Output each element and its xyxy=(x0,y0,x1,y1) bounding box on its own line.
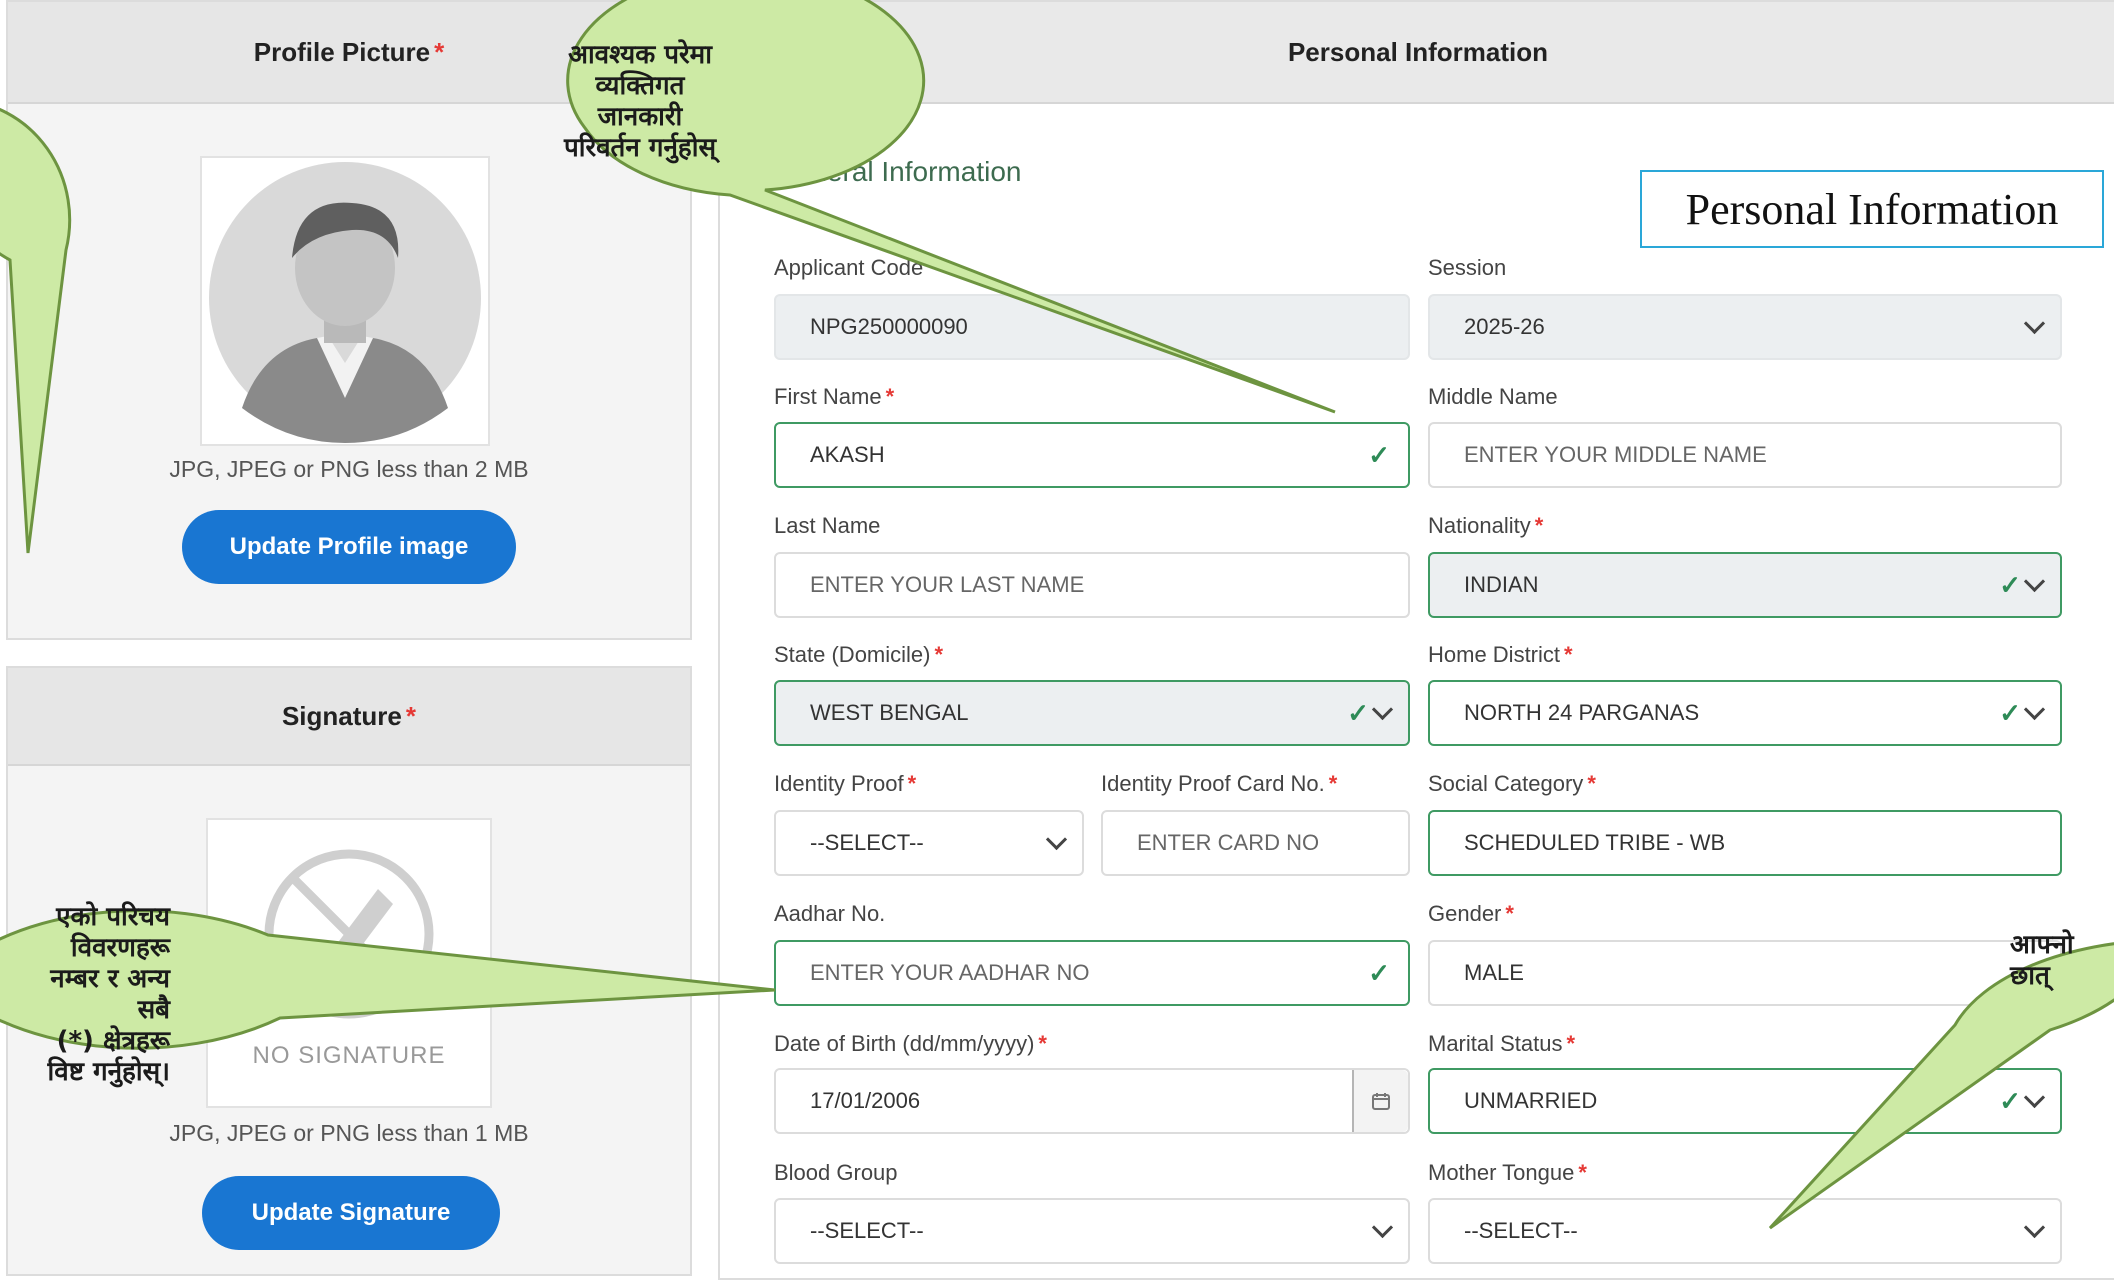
state-label: State (Domicile) * xyxy=(774,642,944,667)
required-star: * xyxy=(405,700,417,731)
chevron-down-icon xyxy=(1371,1200,1394,1262)
first-name-value: AKASH xyxy=(810,442,885,467)
middle-name-label: Middle Name xyxy=(1428,384,1558,409)
profile-picture-title: Profile Picture xyxy=(253,36,431,67)
no-signature-icon xyxy=(264,849,434,1019)
identity-proof-value: --SELECT-- xyxy=(810,830,924,855)
social-category-value: SCHEDULED TRIBE - WB xyxy=(1464,830,1726,855)
blood-group-value: --SELECT-- xyxy=(810,1218,924,1243)
personal-information-caption: Personal Information xyxy=(1640,170,2104,248)
check-icon: ✓ xyxy=(1347,697,1369,728)
dob-label: Date of Birth (dd/mm/yyyy) * xyxy=(774,1031,1047,1056)
last-name-placeholder: ENTER YOUR LAST NAME xyxy=(810,572,1085,597)
profile-image-frame xyxy=(200,156,490,446)
identity-proof-label: Identity Proof * xyxy=(774,771,917,796)
state-value: WEST BENGAL xyxy=(810,700,969,725)
home-district-label: Home District * xyxy=(1428,642,1573,667)
session-select[interactable]: 2025-26 xyxy=(1428,294,2062,360)
gender-value: MALE xyxy=(1464,960,1524,985)
check-icon: ✓ xyxy=(1368,439,1390,470)
check-icon: ✓ xyxy=(1999,1085,2021,1116)
identity-card-no-placeholder: ENTER CARD NO xyxy=(1137,830,1320,855)
update-signature-button[interactable]: Update Signature xyxy=(202,1176,500,1250)
social-category-label: Social Category * xyxy=(1428,771,1596,796)
state-select[interactable]: WEST BENGAL ✓ xyxy=(774,680,1410,746)
chevron-down-icon xyxy=(2023,570,2046,592)
mother-tongue-select[interactable]: --SELECT-- xyxy=(1428,1198,2062,1264)
social-category-select[interactable]: SCHEDULED TRIBE - WB xyxy=(1428,810,2062,876)
update-profile-image-button[interactable]: Update Profile image xyxy=(182,510,516,584)
chevron-down-icon xyxy=(2023,1200,2046,1262)
applicant-code-field: NPG250000090 xyxy=(774,294,1410,360)
personal-information-title: Personal Information xyxy=(1287,36,1549,67)
middle-name-placeholder: ENTER YOUR MIDDLE NAME xyxy=(1464,442,1767,467)
dob-input[interactable]: 17/01/2006 xyxy=(774,1068,1410,1134)
signature-header: Signature * xyxy=(8,668,690,766)
middle-name-input[interactable]: ENTER YOUR MIDDLE NAME xyxy=(1428,422,2062,488)
first-name-label: First Name * xyxy=(774,384,895,409)
nationality-label: Nationality * xyxy=(1428,513,1544,538)
check-icon: ✓ xyxy=(1999,697,2021,728)
callout-right-text: आफ्नो छात् xyxy=(2010,930,2074,991)
last-name-input[interactable]: ENTER YOUR LAST NAME xyxy=(774,552,1410,618)
profile-file-hint: JPG, JPEG or PNG less than 2 MB xyxy=(169,456,529,482)
home-district-value: NORTH 24 PARGANAS xyxy=(1464,700,1700,725)
identity-card-no-input[interactable]: ENTER CARD NO xyxy=(1101,810,1410,876)
general-information-heading: General Information xyxy=(774,156,1022,187)
chevron-down-icon xyxy=(2023,296,2046,358)
identity-proof-select[interactable]: --SELECT-- xyxy=(774,810,1084,876)
avatar-placeholder-icon xyxy=(209,162,481,443)
marital-status-label: Marital Status * xyxy=(1428,1031,1576,1056)
identity-card-no-label: Identity Proof Card No. * xyxy=(1101,771,1338,796)
gender-select[interactable]: MALE xyxy=(1428,940,2062,1006)
chevron-down-icon xyxy=(2023,1086,2046,1108)
signature-image-frame: NO SIGNATURE xyxy=(206,818,492,1108)
no-signature-text: NO SIGNATURE xyxy=(252,1042,446,1069)
marital-status-value: UNMARRIED xyxy=(1464,1088,1598,1113)
applicant-code-value: NPG250000090 xyxy=(810,314,968,339)
chevron-down-icon xyxy=(2023,698,2046,720)
gender-label: Gender * xyxy=(1428,901,1514,926)
last-name-label: Last Name xyxy=(774,513,881,538)
required-star: * xyxy=(434,36,445,67)
blood-group-select[interactable]: --SELECT-- xyxy=(774,1198,1410,1264)
session-label: Session xyxy=(1428,255,1507,280)
nationality-select[interactable]: INDIAN ✓ xyxy=(1428,552,2062,618)
callout-top-text: आवश्यक परेमा व्यक्तिगत जानकारी परिवर्तन … xyxy=(563,40,717,163)
chevron-down-icon xyxy=(1045,812,1068,874)
aadhar-label: Aadhar No. xyxy=(774,901,886,926)
aadhar-placeholder: ENTER YOUR AADHAR NO xyxy=(810,960,1090,985)
personal-information-header: Personal Information xyxy=(720,2,2114,104)
session-value: 2025-26 xyxy=(1464,314,1545,339)
chevron-down-icon xyxy=(1371,698,1394,720)
applicant-code-label: Applicant Code xyxy=(774,255,924,280)
marital-status-select[interactable]: UNMARRIED ✓ xyxy=(1428,1068,2062,1134)
home-district-select[interactable]: NORTH 24 PARGANAS ✓ xyxy=(1428,680,2062,746)
signature-file-hint: JPG, JPEG or PNG less than 1 MB xyxy=(169,1120,529,1146)
check-icon: ✓ xyxy=(1368,957,1390,988)
nationality-value: INDIAN xyxy=(1464,572,1539,597)
mother-tongue-value: --SELECT-- xyxy=(1464,1218,1578,1243)
check-icon: ✓ xyxy=(1999,569,2021,600)
callout-left-text: एको परिचय विवरणहरू नम्बर र अन्य सबै (*) … xyxy=(47,902,170,1087)
signature-title: Signature xyxy=(281,700,402,731)
aadhar-input[interactable]: ENTER YOUR AADHAR NO ✓ xyxy=(774,940,1410,1006)
first-name-input[interactable]: AKASH ✓ xyxy=(774,422,1410,488)
calendar-icon[interactable] xyxy=(1352,1070,1408,1132)
blood-group-label: Blood Group xyxy=(774,1160,898,1185)
mother-tongue-label: Mother Tongue * xyxy=(1428,1160,1587,1185)
dob-value: 17/01/2006 xyxy=(810,1088,921,1113)
